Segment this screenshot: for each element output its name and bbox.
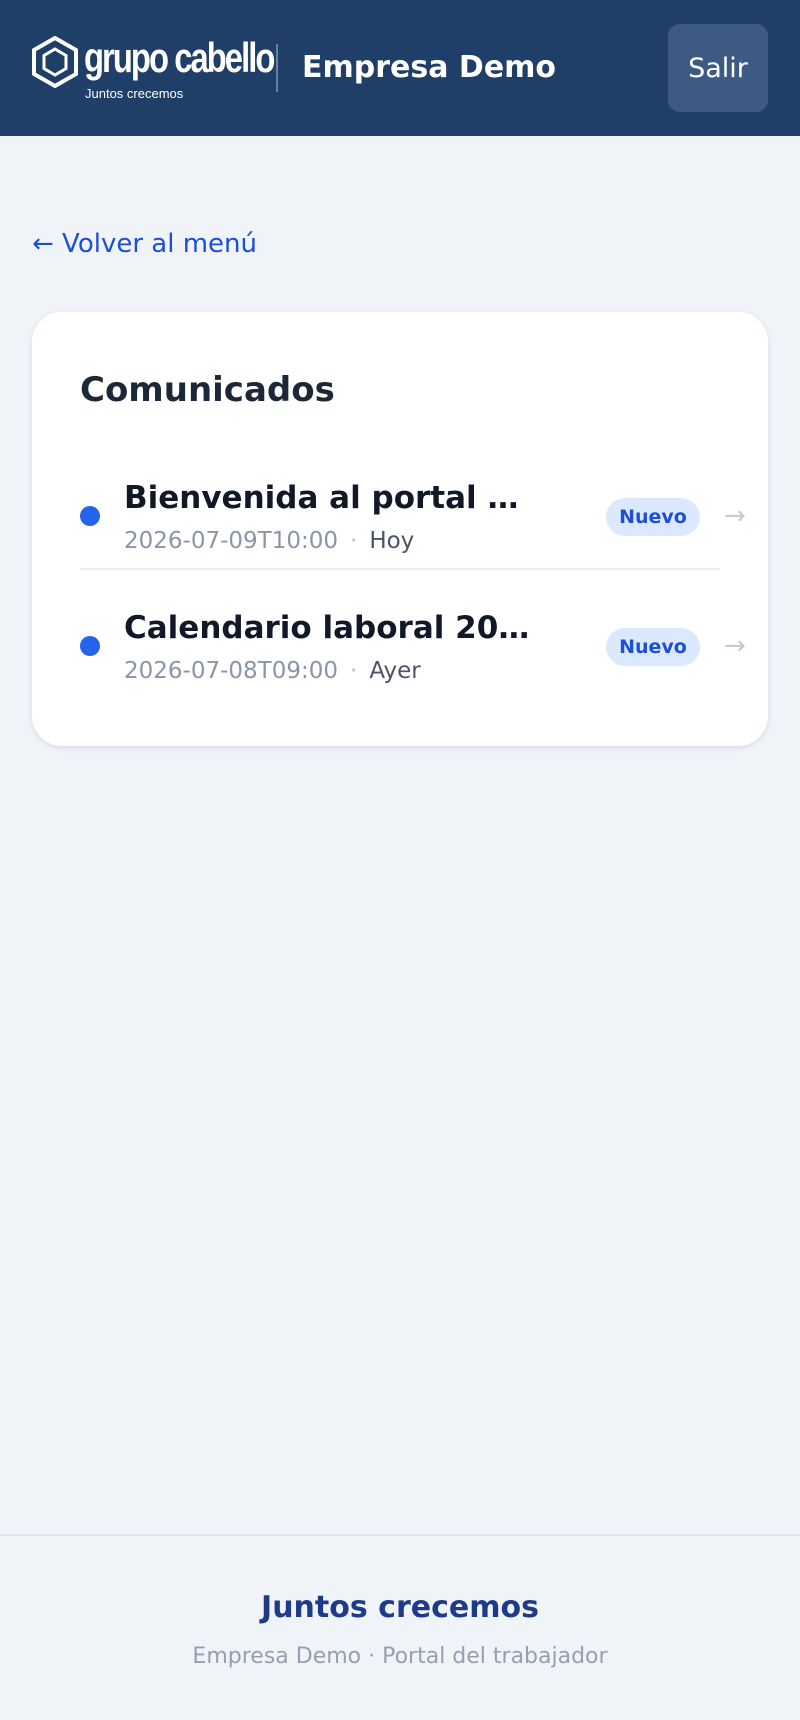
- footer-divider: [0, 1534, 800, 1536]
- logout-button[interactable]: Salir: [668, 24, 768, 112]
- announcement-date: 2026-07-09T10:00: [124, 528, 338, 554]
- arrow-right-icon: →: [724, 501, 746, 531]
- company-logo: grupo cabello Juntos crecemos: [32, 34, 275, 104]
- meta-separator: ·: [350, 658, 358, 684]
- announcement-relative-date: Ayer: [369, 658, 421, 684]
- meta-separator: ·: [350, 528, 358, 554]
- hexagon-logo-icon: [32, 36, 78, 88]
- announcement-date: 2026-07-08T09:00: [124, 658, 338, 684]
- arrow-right-icon: →: [724, 631, 746, 661]
- announcement-meta: 2026-07-09T10:00 · Hoy: [124, 526, 414, 556]
- unread-dot-icon: [80, 506, 100, 526]
- announcement-relative-date: Hoy: [369, 528, 415, 554]
- logo-name: grupo cabello: [84, 34, 275, 81]
- announcement-title: Calendario laboral 2026: [124, 610, 534, 646]
- announcement-meta: 2026-07-08T09:00 · Ayer: [124, 656, 421, 686]
- announcement-title: Bienvenida al portal del trabajador: [124, 480, 534, 516]
- unread-dot-icon: [80, 636, 100, 656]
- card-title: Comunicados: [80, 370, 335, 410]
- announcement-item[interactable]: Bienvenida al portal del trabajador 2026…: [80, 460, 746, 570]
- footer-subtitle: Empresa Demo · Portal del trabajador: [192, 1644, 608, 1669]
- header-divider: [276, 44, 278, 92]
- company-name: Empresa Demo: [302, 50, 557, 85]
- announcement-item[interactable]: Calendario laboral 2026 2026-07-08T09:00…: [80, 590, 746, 700]
- new-badge: Nuevo: [606, 628, 700, 666]
- back-to-menu-link[interactable]: ← Volver al menú: [32, 226, 257, 262]
- new-badge: Nuevo: [606, 498, 700, 536]
- announcements-card: Comunicados Bienvenida al portal del tra…: [32, 312, 768, 746]
- top-header: grupo cabello Juntos crecemos Empresa De…: [0, 0, 800, 136]
- logo-tagline: Juntos crecemos: [85, 86, 184, 101]
- item-divider: [80, 568, 720, 570]
- footer-tagline: Juntos crecemos: [261, 1590, 539, 1625]
